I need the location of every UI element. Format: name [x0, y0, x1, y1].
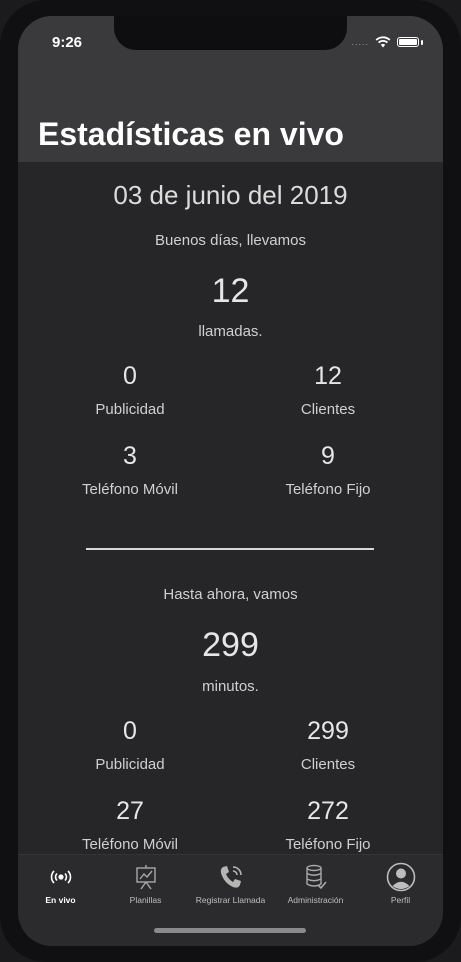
cellular-signal-icon: ..... — [351, 37, 369, 47]
battery-tip — [421, 39, 423, 45]
stat-value: 0 — [123, 362, 137, 390]
app-screen: 9:26 ..... Estadísticas en vivo 03 de ju… — [18, 16, 443, 946]
phone-ringing-icon — [220, 866, 242, 888]
section-divider — [86, 548, 374, 550]
stat-label: Teléfono Móvil — [82, 481, 178, 498]
minutes-stat-mobile: 27 Teléfono Móvil — [40, 797, 220, 853]
live-broadcast-icon — [50, 870, 71, 884]
page-title: Estadísticas en vivo — [38, 116, 344, 152]
calls-stat-mobile: 3 Teléfono Móvil — [40, 442, 220, 498]
calls-stat-advertising: 0 Publicidad — [40, 362, 220, 418]
tab-label: En vivo — [45, 895, 76, 905]
tab-label: Planillas — [129, 895, 162, 905]
minutes-stat-clients: 299 Clientes — [238, 717, 418, 773]
stat-label: Clientes — [300, 401, 356, 418]
tab-perfil[interactable]: Perfil — [358, 861, 443, 905]
stat-label: Teléfono Móvil — [82, 836, 178, 853]
navigation-bar: 9:26 ..... Estadísticas en vivo — [18, 16, 443, 162]
status-time: 9:26 — [52, 34, 83, 51]
stat-value: 12 — [314, 362, 342, 390]
device-frame: 9:26 ..... Estadísticas en vivo 03 de ju… — [0, 0, 461, 962]
wifi-icon — [375, 36, 391, 48]
calls-intro-text: Buenos días, llevamos — [155, 232, 306, 249]
tab-label: Perfil — [390, 895, 411, 905]
tab-registrar-llamada[interactable]: Registrar Llamada — [188, 861, 273, 905]
tab-administracion[interactable]: Administración — [273, 861, 358, 905]
calls-stat-landline: 9 Teléfono Fijo — [238, 442, 418, 498]
stat-label: Teléfono Fijo — [285, 481, 371, 498]
tab-label: Registrar Llamada — [195, 895, 266, 905]
calls-stat-clients: 12 Clientes — [238, 362, 418, 418]
home-indicator[interactable] — [154, 928, 306, 933]
tab-label: Administración — [287, 895, 344, 905]
tab-planillas[interactable]: Planillas — [103, 861, 188, 905]
stat-label: Publicidad — [95, 756, 165, 773]
minutes-unit-label: minutos. — [202, 678, 259, 695]
stat-value: 27 — [116, 797, 144, 825]
stat-value: 272 — [307, 797, 349, 825]
minutes-intro-text: Hasta ahora, vamos — [163, 586, 298, 603]
stat-value: 0 — [123, 717, 137, 745]
database-check-icon — [305, 864, 327, 890]
minutes-stat-landline: 272 Teléfono Fijo — [238, 797, 418, 853]
status-icons: ..... — [351, 36, 423, 48]
stat-label: Teléfono Fijo — [285, 836, 371, 853]
user-circle-icon — [386, 862, 415, 892]
stat-label: Clientes — [300, 756, 356, 773]
presentation-chart-icon — [135, 865, 156, 890]
stat-value: 299 — [307, 717, 349, 745]
device-notch — [114, 16, 347, 50]
tab-en-vivo[interactable]: En vivo — [18, 861, 103, 905]
minutes-total-value: 299 — [202, 626, 259, 664]
stat-value: 3 — [123, 442, 137, 470]
current-date: 03 de junio del 2019 — [113, 180, 348, 210]
minutes-stat-advertising: 0 Publicidad — [40, 717, 220, 773]
stat-label: Publicidad — [95, 401, 165, 418]
calls-total-value: 12 — [211, 272, 250, 310]
battery-icon — [397, 37, 419, 47]
stat-value: 9 — [321, 442, 335, 470]
calls-unit-label: llamadas. — [198, 323, 263, 340]
